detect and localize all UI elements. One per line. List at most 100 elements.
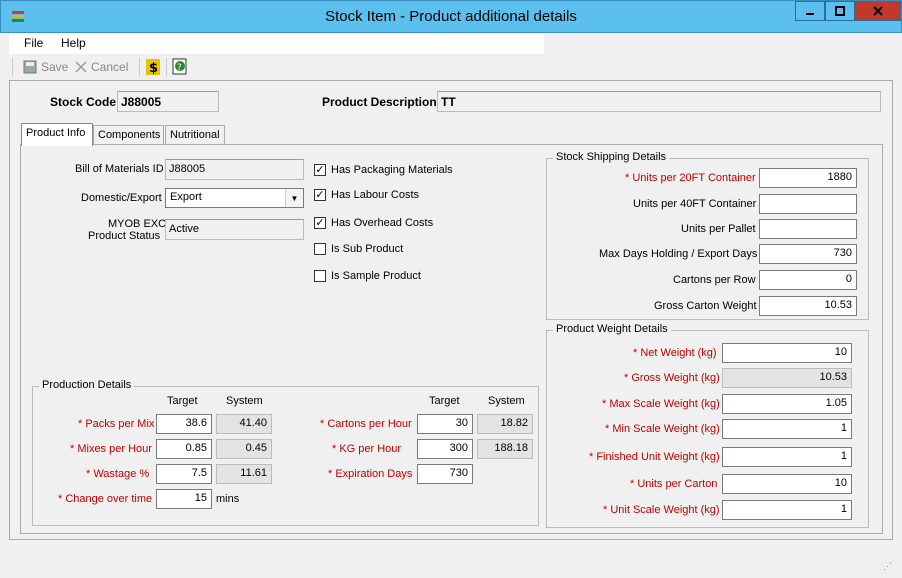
minimize-icon[interactable] bbox=[795, 1, 825, 21]
max-scale-weight-label: * Max Scale Weight (kg) bbox=[602, 398, 720, 410]
menu-bar: File Help bbox=[9, 33, 544, 54]
cartons-per-hour-label: * Cartons per Hour bbox=[320, 418, 412, 430]
min-scale-weight-label: * Min Scale Weight (kg) bbox=[605, 423, 720, 435]
mixes-per-hour-label: * Mixes per Hour bbox=[70, 443, 152, 455]
save-icon bbox=[23, 60, 37, 74]
save-button[interactable]: Save bbox=[23, 60, 68, 74]
toolbar-separator bbox=[139, 58, 140, 76]
dollar-icon: $ bbox=[146, 59, 160, 76]
net-weight-label: * Net Weight (kg) bbox=[633, 347, 717, 359]
change-over-time-unit: mins bbox=[216, 493, 240, 505]
toolbar: Save Cancel $ ? bbox=[9, 54, 893, 80]
cancel-label: Cancel bbox=[91, 60, 129, 74]
price-button[interactable]: $ bbox=[145, 58, 161, 76]
units-40ft-label: Units per 40FT Container bbox=[633, 198, 757, 210]
tab-components[interactable]: Components bbox=[93, 125, 164, 145]
save-label: Save bbox=[41, 60, 69, 74]
maximize-icon[interactable] bbox=[825, 1, 855, 21]
production-system-header: System bbox=[226, 395, 263, 407]
max-scale-weight-input[interactable]: 1.05 bbox=[722, 394, 852, 414]
gross-weight-field: 10.53 bbox=[722, 368, 852, 388]
tab-nutritional[interactable]: Nutritional bbox=[165, 125, 225, 145]
domestic-export-value: Export bbox=[170, 191, 202, 203]
checkbox-sub-product-label: Is Sub Product bbox=[331, 243, 404, 255]
stock-code-field: J88005 bbox=[117, 91, 219, 112]
wastage-label: * Wastage % bbox=[86, 468, 150, 480]
change-over-time-input[interactable]: 15 bbox=[156, 489, 212, 509]
bom-label: Bill of Materials ID bbox=[75, 163, 164, 175]
myob-label-2: Product Status bbox=[88, 230, 161, 242]
kg-per-hour-label: * KG per Hour bbox=[332, 443, 402, 455]
myob-status-field: Active bbox=[165, 219, 304, 240]
cartons-per-hour-input[interactable]: 30 bbox=[417, 414, 473, 434]
domestic-export-label: Domestic/Export bbox=[81, 192, 162, 204]
mixes-per-hour-input[interactable]: 0.85 bbox=[156, 439, 212, 459]
units-20ft-label: * Units per 20FT Container bbox=[625, 172, 756, 184]
description-field: TT bbox=[437, 91, 881, 112]
kg-per-hour-input[interactable]: 300 bbox=[417, 439, 473, 459]
min-scale-weight-input[interactable]: 1 bbox=[722, 419, 852, 439]
toolbar-separator bbox=[166, 58, 167, 76]
checkbox-sample-product-label: Is Sample Product bbox=[331, 270, 421, 282]
packs-per-mix-label: * Packs per Mix bbox=[78, 418, 155, 430]
units-per-carton-label: * Units per Carton bbox=[630, 478, 718, 490]
finished-unit-weight-label: * Finished Unit Weight (kg) bbox=[589, 451, 720, 463]
units-40ft-input[interactable] bbox=[759, 194, 857, 214]
checkbox-packaging-label: Has Packaging Materials bbox=[331, 164, 453, 176]
packs-per-mix-system: 41.40 bbox=[216, 414, 272, 434]
kg-per-hour-system: 188.18 bbox=[477, 439, 533, 459]
myob-label-1: MYOB EXO bbox=[108, 218, 167, 230]
max-days-holding-label: Max Days Holding / Export Days bbox=[599, 248, 758, 260]
net-weight-input[interactable]: 10 bbox=[722, 343, 852, 363]
svg-text:?: ? bbox=[177, 63, 182, 73]
weight-details-title: Product Weight Details bbox=[553, 323, 671, 335]
checkbox-packaging[interactable]: ✓ bbox=[314, 164, 326, 176]
checkbox-sample-product[interactable] bbox=[314, 270, 326, 282]
checkbox-sub-product[interactable] bbox=[314, 243, 326, 255]
domestic-export-select[interactable]: Export ▼ bbox=[165, 188, 304, 208]
finished-unit-weight-input[interactable]: 1 bbox=[722, 447, 852, 467]
window-title: Stock Item - Product additional details bbox=[325, 8, 577, 25]
packs-per-mix-input[interactable]: 38.6 bbox=[156, 414, 212, 434]
close-icon[interactable] bbox=[855, 1, 901, 21]
toolbar-grip bbox=[12, 58, 13, 76]
stock-code-label: Stock Code bbox=[50, 95, 117, 109]
mixes-per-hour-system: 0.45 bbox=[216, 439, 272, 459]
expiration-days-input[interactable]: 730 bbox=[417, 464, 473, 484]
gross-carton-weight-label: Gross Carton Weight bbox=[654, 300, 757, 312]
chevron-down-icon[interactable]: ▼ bbox=[285, 189, 303, 207]
change-over-time-label: * Change over time bbox=[58, 493, 153, 505]
max-days-holding-input[interactable]: 730 bbox=[759, 244, 857, 264]
cancel-icon bbox=[75, 61, 87, 73]
units-per-pallet-input[interactable] bbox=[759, 219, 857, 239]
svg-text:$: $ bbox=[149, 61, 158, 76]
checkbox-labour-label: Has Labour Costs bbox=[331, 189, 420, 201]
production-target-header-2: Target bbox=[429, 395, 460, 407]
cartons-per-hour-system: 18.82 bbox=[477, 414, 533, 434]
wastage-input[interactable]: 7.5 bbox=[156, 464, 212, 484]
menu-help[interactable]: Help bbox=[61, 36, 86, 50]
expiration-days-label: * Expiration Days bbox=[328, 468, 413, 480]
tab-product-info[interactable]: Product Info bbox=[21, 123, 93, 146]
help-button[interactable]: ? bbox=[172, 58, 188, 76]
unit-scale-weight-label: * Unit Scale Weight (kg) bbox=[603, 504, 720, 516]
units-per-pallet-label: Units per Pallet bbox=[681, 223, 756, 235]
cancel-button[interactable]: Cancel bbox=[75, 60, 128, 74]
checkbox-overhead[interactable]: ✓ bbox=[314, 217, 326, 229]
production-details-title: Production Details bbox=[39, 379, 135, 391]
gross-weight-label: * Gross Weight (kg) bbox=[624, 372, 720, 384]
cartons-per-row-input[interactable]: 0 bbox=[759, 270, 857, 290]
title-bar: Stock Item - Product additional details bbox=[0, 0, 902, 33]
checkbox-labour[interactable]: ✓ bbox=[314, 189, 326, 201]
wastage-system: 11.61 bbox=[216, 464, 272, 484]
app-icon bbox=[10, 8, 26, 24]
description-label: Product Description bbox=[322, 95, 437, 109]
units-20ft-input[interactable]: 1880 bbox=[759, 168, 857, 188]
menu-file[interactable]: File bbox=[24, 36, 43, 50]
unit-scale-weight-input[interactable]: 1 bbox=[722, 500, 852, 520]
shipping-details-title: Stock Shipping Details bbox=[553, 151, 670, 163]
gross-carton-weight-input[interactable]: 10.53 bbox=[759, 296, 857, 316]
resize-grip-icon[interactable]: ⋰ bbox=[883, 561, 892, 572]
bom-field: J88005 bbox=[165, 159, 304, 180]
units-per-carton-input[interactable]: 10 bbox=[722, 474, 852, 494]
